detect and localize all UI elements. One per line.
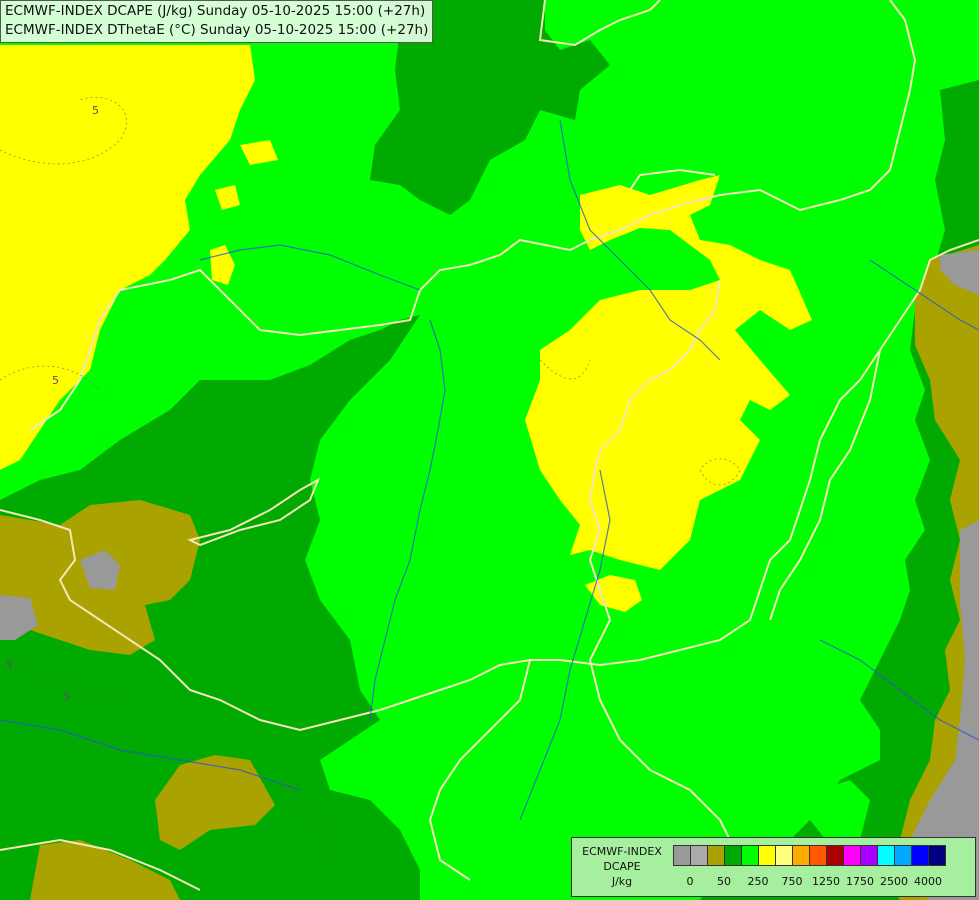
legend-swatch	[792, 845, 810, 866]
legend-tick-label: 250	[747, 875, 769, 888]
legend-swatch	[673, 845, 691, 866]
legend-swatch	[877, 845, 895, 866]
legend-tick-label: 4000	[914, 875, 942, 888]
contour-label: 5	[92, 104, 99, 117]
legend-tick-label: 1750	[846, 875, 874, 888]
color-legend: ECMWF-INDEX DCAPE J/kg 0 50 250 750 1250 1750…	[571, 837, 976, 897]
contour-label: 5	[52, 374, 59, 387]
legend-tick-label: 1250	[812, 875, 840, 888]
legend-swatch	[809, 845, 827, 866]
legend-swatch	[894, 845, 912, 866]
contour-label: 5	[6, 659, 13, 672]
legend-swatch	[707, 845, 725, 866]
legend-swatch	[775, 845, 793, 866]
map-title-box: ECMWF-INDEX DCAPE (J/kg) Sunday 05-10-20…	[0, 0, 434, 43]
legend-title: ECMWF-INDEX DCAPE J/kg	[576, 844, 668, 889]
legend-swatches	[673, 845, 946, 866]
map-title-dthetae: ECMWF-INDEX DThetaE (°C) Sunday 05-10-20…	[5, 22, 429, 38]
legend-swatch	[690, 845, 708, 866]
legend-swatch	[741, 845, 759, 866]
legend-swatch	[724, 845, 742, 866]
legend-tick-label: 0	[686, 875, 694, 888]
map-canvas[interactable]: 5 5 5 5	[0, 0, 979, 900]
legend-ticks: 0 50 250 750 1250 1750 2500 4000	[673, 875, 973, 889]
legend-swatch	[911, 845, 929, 866]
legend-swatch	[826, 845, 844, 866]
map-title-dcape: ECMWF-INDEX DCAPE (J/kg) Sunday 05-10-20…	[5, 3, 426, 19]
legend-swatch	[860, 845, 878, 866]
legend-tick-label: 2500	[880, 875, 908, 888]
legend-title-line2: DCAPE	[603, 860, 641, 873]
contour-label: 5	[63, 690, 70, 703]
legend-title-line1: ECMWF-INDEX	[582, 845, 662, 858]
legend-swatch	[843, 845, 861, 866]
legend-unit: J/kg	[611, 875, 633, 888]
legend-tick-label: 750	[781, 875, 803, 888]
legend-swatch	[928, 845, 946, 866]
legend-swatch	[758, 845, 776, 866]
legend-tick-label: 50	[717, 875, 731, 888]
